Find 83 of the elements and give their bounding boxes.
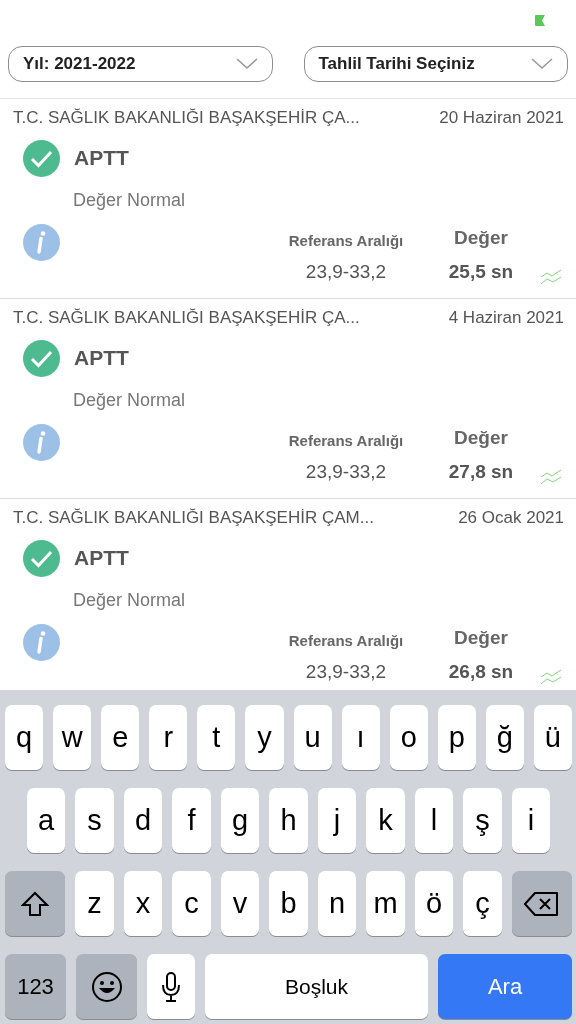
trend-chart-icon[interactable] [540,268,562,285]
column-label: Referans Aralığı [287,630,405,651]
result-value: 27,8 sn [447,460,515,484]
key[interactable]: r [149,705,188,770]
test-name: APTT [74,345,129,372]
test-name: APTT [74,545,129,572]
institution-name: T.C. SAĞLIK BAKANLIĞI BAŞAKŞEHİR ÇAM... [13,507,374,529]
key[interactable]: f [172,788,211,853]
column-label: Referans Aralığı [287,230,405,251]
key[interactable]: d [123,788,163,853]
result-card[interactable]: T.C. SAĞLIK BAKANLIĞI BAŞAKŞEHİR ÇA... 4 Haziran 2021 APTT Değer Normal Referans Aralığı Değer 23,9-33,2 27,8 sn [0,299,576,499]
check-icon [23,539,60,577]
key[interactable]: q [5,705,44,770]
emoji-icon [90,970,123,1003]
status-text: Değer Normal [72,588,187,612]
chevron-down-icon [531,58,553,70]
column-label: Değer [453,625,509,650]
key[interactable]: ı [341,705,380,770]
result-card[interactable]: T.C. SAĞLIK BAKANLIĞI BAŞAKŞEHİR ÇA... 20 Haziran 2021 APTT Değer Normal Referans Aralığı Değer 23,9-33,2 25,5 sn [0,99,576,299]
emoji-key[interactable] [76,954,137,1019]
key[interactable]: c [172,871,211,936]
result-date: 4 Haziran 2021 [448,307,564,329]
space-key[interactable]: Boşluk [205,954,428,1019]
test-name: APTT [74,145,129,172]
key[interactable]: m [366,871,405,936]
key[interactable]: o [389,705,428,770]
key[interactable]: v [220,871,260,936]
column-label: Referans Aralığı [287,430,405,451]
chevron-down-icon [235,58,258,70]
key[interactable]: ğ [485,705,524,770]
key[interactable]: ç [463,871,502,936]
key[interactable]: ü [533,705,572,770]
reference-range: 23,9-33,2 [304,260,388,284]
key[interactable]: y [245,705,284,770]
key[interactable]: w [53,705,92,770]
key[interactable]: t [197,705,236,770]
key[interactable]: p [437,705,476,770]
reference-range: 23,9-33,2 [304,660,388,684]
key[interactable]: a [26,788,66,853]
status-text: Değer Normal [72,188,187,212]
backspace-key[interactable] [511,871,572,936]
key[interactable]: n [317,871,357,936]
status-text: Değer Normal [72,388,187,412]
result-date: 26 Ocak 2021 [458,507,564,529]
result-value: 26,8 sn [447,660,515,684]
institution-name: T.C. SAĞLIK BAKANLIĞI BAŞAKŞEHİR ÇA... [13,307,360,329]
reference-range: 23,9-33,2 [304,460,388,484]
dictation-key[interactable] [147,954,195,1019]
dropdown[interactable]: Tahlil Tarihi Seçiniz [303,46,568,82]
trend-chart-icon[interactable] [540,668,562,685]
check-icon [23,139,60,177]
key[interactable]: ş [463,788,502,853]
backspace-icon [523,890,560,917]
key[interactable]: g [220,788,260,853]
column-label: Değer [453,225,509,250]
key[interactable]: i [511,788,551,853]
key[interactable]: e [101,705,140,770]
result-date: 20 Haziran 2021 [439,107,564,129]
key[interactable]: z [75,871,114,936]
check-icon [23,339,60,377]
dropdown[interactable]: Yıl: 2021-2022 [8,46,273,82]
key[interactable]: s [75,788,114,853]
key[interactable]: j [317,788,357,853]
key[interactable]: k [366,788,405,853]
key[interactable]: b [269,871,308,936]
key[interactable]: h [269,788,308,853]
key[interactable]: x [123,871,163,936]
numbers-key[interactable]: 123 [5,954,66,1019]
key[interactable]: l [414,788,454,853]
info-icon[interactable] [23,623,60,661]
column-label: Değer [453,425,509,450]
search-key[interactable]: Ara [438,954,572,1019]
info-icon[interactable] [23,223,60,261]
key[interactable]: u [293,705,332,770]
shift-key[interactable] [5,871,66,936]
result-value: 25,5 sn [447,260,515,284]
info-icon[interactable] [23,423,60,461]
microphone-icon [161,970,181,1003]
shift-icon [21,890,50,917]
battery-icon [535,14,545,26]
institution-name: T.C. SAĞLIK BAKANLIĞI BAŞAKŞEHİR ÇA... [13,107,360,129]
trend-chart-icon[interactable] [540,468,562,485]
key[interactable]: ö [414,871,454,936]
